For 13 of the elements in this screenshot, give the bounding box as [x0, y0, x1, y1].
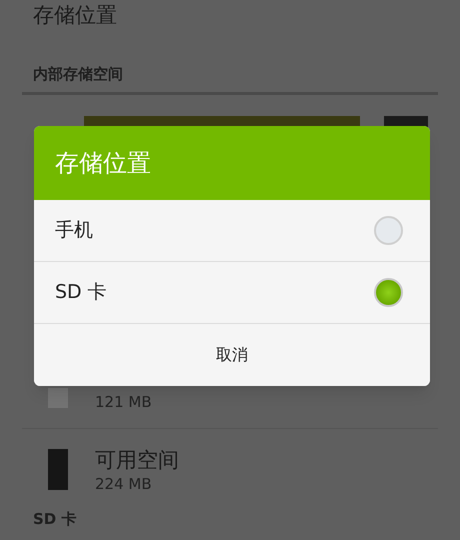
- cancel-button[interactable]: 取消: [34, 324, 430, 386]
- option-label: SD 卡: [55, 280, 107, 306]
- storage-size: 224 MB: [95, 474, 153, 494]
- dialog-title: 存储位置: [55, 148, 151, 179]
- option-label: 手机: [55, 218, 93, 244]
- storage-size: 121 MB: [95, 392, 152, 412]
- section-header: SD 卡: [32, 509, 78, 529]
- page-title: 存储位置: [32, 2, 118, 29]
- radio-button[interactable]: [374, 278, 403, 307]
- storage-label: 可用空间: [95, 447, 179, 474]
- option-row[interactable]: 手机: [34, 200, 430, 262]
- section-header: 内部存储空间: [32, 64, 124, 85]
- radio-button[interactable]: [374, 216, 403, 245]
